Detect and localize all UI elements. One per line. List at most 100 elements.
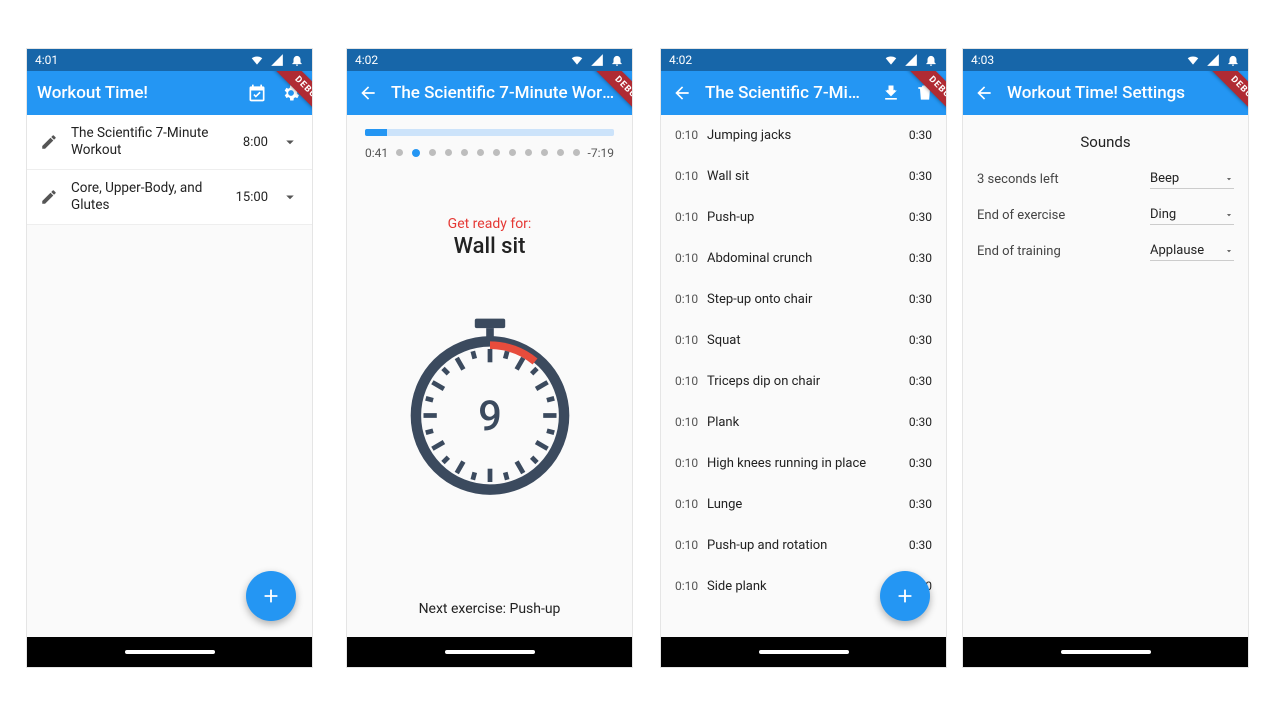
- exercise-dot: [412, 149, 420, 157]
- download-icon: [881, 83, 901, 103]
- stopwatch-icon: 9: [395, 311, 585, 501]
- app-bar: The Scientific 7-Minute Workout DEBUG: [347, 71, 632, 115]
- back-button[interactable]: [973, 82, 995, 104]
- setting-label: 3 seconds left: [977, 172, 1059, 187]
- exercise-row[interactable]: 0:10Step-up onto chair0:30: [661, 279, 946, 320]
- exercise-duration: 0:30: [909, 251, 932, 265]
- signal-icon: [1206, 53, 1220, 67]
- workout-duration: 8:00: [243, 135, 268, 150]
- signal-icon: [590, 53, 604, 67]
- settings-button[interactable]: [280, 82, 302, 104]
- edit-button[interactable]: [39, 132, 59, 152]
- app-bar: Workout Time! Settings DEBUG: [963, 71, 1248, 115]
- stopwatch[interactable]: 9: [395, 311, 585, 501]
- workout-row[interactable]: Core, Upper-Body, and Glutes 15:00: [27, 170, 312, 225]
- workout-row[interactable]: The Scientific 7-Minute Workout 8:00: [27, 115, 312, 170]
- setting-dropdown[interactable]: Applause: [1150, 241, 1234, 261]
- status-bar: 4:02: [661, 49, 946, 71]
- rest-duration: 0:10: [675, 456, 707, 470]
- exercise-row[interactable]: 0:10Plank0:30: [661, 402, 946, 443]
- android-navbar: [347, 637, 632, 667]
- signal-icon: [904, 53, 918, 67]
- wifi-icon: [884, 53, 898, 67]
- home-indicator[interactable]: [1061, 650, 1151, 654]
- wifi-icon: [570, 53, 584, 67]
- setting-label: End of training: [977, 244, 1061, 259]
- rest-duration: 0:10: [675, 579, 707, 593]
- bell-icon: [290, 53, 304, 67]
- status-time: 4:03: [971, 53, 994, 67]
- rest-duration: 0:10: [675, 538, 707, 552]
- status-bar: 4:01: [27, 49, 312, 71]
- rest-duration: 0:10: [675, 292, 707, 306]
- home-indicator[interactable]: [125, 650, 215, 654]
- bell-icon: [610, 53, 624, 67]
- exercise-row[interactable]: 0:10Lunge0:30: [661, 484, 946, 525]
- exercise-dot: [573, 149, 580, 156]
- delete-button[interactable]: [914, 82, 936, 104]
- content: Sounds 3 seconds left Beep End of exercise…: [963, 115, 1248, 637]
- plus-icon: [260, 585, 282, 607]
- exercise-duration: 0:30: [909, 538, 932, 552]
- exercise-row[interactable]: 0:10Wall sit0:30: [661, 156, 946, 197]
- setting-label: End of exercise: [977, 208, 1065, 223]
- exercise-row[interactable]: 0:10Jumping jacks0:30: [661, 115, 946, 156]
- exercise-row[interactable]: 0:10Abdominal crunch0:30: [661, 238, 946, 279]
- android-navbar: [963, 637, 1248, 667]
- screen-exercise-list: 4:02 The Scientific 7-Minu... DEBUG 0:10…: [660, 48, 947, 668]
- exercise-duration: 0:30: [909, 169, 932, 183]
- exercise-name: Wall sit: [707, 169, 909, 184]
- workout-progress-bar: [365, 129, 614, 136]
- exercise-row[interactable]: 0:10Push-up and rotation0:30: [661, 525, 946, 566]
- gear-icon: [281, 83, 301, 103]
- chevron-down-icon: [281, 133, 299, 151]
- app-bar: The Scientific 7-Minu... DEBUG: [661, 71, 946, 115]
- exercise-dots: [396, 149, 580, 157]
- status-icons: [1186, 53, 1240, 67]
- calendar-button[interactable]: [246, 82, 268, 104]
- exercise-dot: [525, 149, 532, 156]
- setting-dropdown[interactable]: Beep: [1150, 169, 1234, 189]
- exercise-name: Push-up: [707, 210, 909, 225]
- exercise-row[interactable]: 0:10High knees running in place0:30: [661, 443, 946, 484]
- add-workout-fab[interactable]: [246, 571, 296, 621]
- add-exercise-fab[interactable]: [880, 571, 930, 621]
- content: 0:10Jumping jacks0:300:10Wall sit0:300:1…: [661, 115, 946, 637]
- workout-duration: 15:00: [236, 190, 268, 205]
- setting-row: End of training Applause: [977, 233, 1234, 269]
- elapsed-time: 0:41: [365, 146, 388, 160]
- exercise-dot: [541, 149, 548, 156]
- exercise-name: High knees running in place: [707, 456, 909, 471]
- dropdown-arrow-icon: [1224, 246, 1234, 256]
- wifi-icon: [1186, 53, 1200, 67]
- exercise-name: Lunge: [707, 497, 909, 512]
- app-title: Workout Time!: [37, 83, 234, 103]
- setting-dropdown[interactable]: Ding: [1150, 205, 1234, 225]
- rest-duration: 0:10: [675, 497, 707, 511]
- expand-button[interactable]: [280, 132, 300, 152]
- exercise-dot: [445, 149, 452, 156]
- home-indicator[interactable]: [445, 650, 535, 654]
- status-time: 4:02: [669, 53, 692, 67]
- trash-icon: [915, 83, 935, 103]
- download-button[interactable]: [880, 82, 902, 104]
- back-button[interactable]: [357, 82, 379, 104]
- exercise-row[interactable]: 0:10Triceps dip on chair0:30: [661, 361, 946, 402]
- back-button[interactable]: [671, 82, 693, 104]
- workout-name: Core, Upper-Body, and Glutes: [71, 180, 224, 214]
- pencil-icon: [40, 188, 58, 206]
- exercise-dot: [461, 149, 468, 156]
- signal-icon: [270, 53, 284, 67]
- edit-button[interactable]: [39, 187, 59, 207]
- home-indicator[interactable]: [759, 650, 849, 654]
- status-icons: [884, 53, 938, 67]
- exercise-row[interactable]: 0:10Push-up0:30: [661, 197, 946, 238]
- settings-section-title: Sounds: [977, 133, 1234, 151]
- workout-name: The Scientific 7-Minute Workout: [71, 125, 231, 159]
- rest-duration: 0:10: [675, 374, 707, 388]
- current-exercise-name: Wall sit: [347, 234, 632, 259]
- exercise-duration: 0:30: [909, 497, 932, 511]
- expand-button[interactable]: [280, 187, 300, 207]
- exercise-row[interactable]: 0:10Squat0:30: [661, 320, 946, 361]
- exercise-dot: [429, 149, 436, 156]
